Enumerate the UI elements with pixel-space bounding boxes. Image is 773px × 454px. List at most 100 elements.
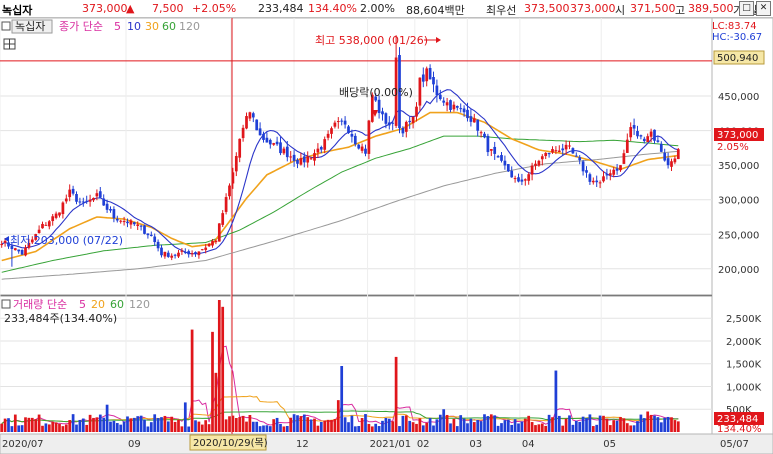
volume-bar	[81, 418, 85, 432]
volume-bar	[241, 415, 245, 432]
volume-tick-label: 1,000K	[726, 382, 762, 393]
candle-body	[160, 247, 163, 256]
candle-body	[58, 212, 61, 216]
volume-bar	[493, 415, 497, 432]
ma5-legend: 5	[114, 20, 121, 33]
volume-bar	[10, 426, 14, 432]
volume-bar	[221, 306, 225, 432]
candle-body	[360, 146, 364, 151]
candle-body	[459, 108, 463, 110]
candle-body	[109, 208, 112, 211]
candle-body	[92, 197, 95, 201]
volume-bar	[534, 425, 537, 432]
volume-bar	[319, 421, 323, 432]
candle-body	[85, 200, 89, 202]
volume-bar	[540, 423, 544, 432]
volume-bar	[357, 426, 361, 432]
volume-bar	[129, 418, 133, 432]
volume-bar	[632, 425, 636, 432]
candle-body	[506, 164, 510, 172]
volume-bar	[459, 415, 463, 432]
candle-body	[377, 99, 381, 114]
volume-bar	[126, 416, 129, 432]
candle-body	[194, 252, 197, 255]
candle-body	[136, 224, 140, 226]
candle-body	[639, 135, 643, 137]
candle-body	[571, 148, 575, 154]
candle-body	[309, 158, 313, 160]
volume-bar	[156, 418, 160, 432]
candle-body	[231, 172, 235, 184]
candle-body	[367, 120, 371, 154]
volume-bar	[170, 416, 174, 432]
volume-bar	[581, 416, 585, 432]
volume-toggle-icon[interactable]	[1, 299, 11, 309]
volume-legend-title: 거래량 단순	[13, 298, 67, 311]
volume-bar	[275, 417, 279, 432]
candle-body	[54, 213, 58, 218]
candle-body	[646, 136, 650, 143]
volume-bar	[122, 421, 126, 432]
x-tick-label: 02	[417, 439, 430, 450]
candle-body	[568, 145, 571, 147]
candle-body	[357, 144, 361, 149]
volume-bar	[381, 420, 384, 432]
candle-body	[0, 244, 4, 246]
candle-body	[591, 180, 595, 183]
volume-bar	[415, 423, 418, 432]
vol-ma60-legend: 60	[110, 298, 124, 311]
candle-body	[166, 252, 170, 257]
price-tick-label: 250,000	[718, 230, 759, 241]
volume-bar	[299, 416, 303, 432]
volume-bar	[619, 417, 622, 432]
volume-bar	[554, 370, 558, 432]
volume-bar	[659, 422, 663, 432]
price-tick-label: 200,000	[718, 265, 759, 276]
volume-bar	[442, 409, 446, 432]
volume-bar	[204, 420, 208, 432]
volume-bar	[265, 425, 269, 432]
x-tick-label: 09	[128, 439, 141, 450]
volume-bar	[608, 425, 612, 432]
candle-body	[177, 252, 180, 257]
panel-toggle-icon[interactable]	[1, 21, 11, 31]
candle-body	[408, 120, 412, 123]
volume-bar	[360, 418, 364, 432]
volume-bar	[98, 414, 102, 432]
candle-body	[143, 225, 146, 234]
volume-bar	[262, 425, 265, 432]
candle-body	[530, 165, 534, 175]
candle-body	[384, 113, 388, 124]
volume-bar	[530, 422, 534, 432]
candle-body	[153, 236, 157, 243]
candle-body	[415, 106, 418, 117]
volume-bar	[3, 418, 7, 432]
candle-body	[663, 152, 667, 161]
candle-body	[466, 109, 469, 119]
volume-bar	[180, 426, 184, 432]
volume-bar	[676, 421, 680, 432]
volume-bar	[183, 402, 187, 432]
volume-bar	[408, 420, 412, 432]
vol-ma20-legend: 20	[91, 298, 105, 311]
ref-label: 500,940	[717, 53, 758, 64]
candle-body	[211, 240, 214, 246]
candle-body	[452, 104, 456, 110]
vol-ma5-legend: 5	[79, 298, 86, 311]
volume-bar	[455, 426, 459, 432]
candle-body	[547, 152, 551, 155]
volume-bar	[639, 414, 643, 432]
candle-body	[234, 156, 238, 172]
volume-bar	[190, 329, 194, 432]
volume-bar	[78, 419, 82, 432]
x-tick-label: 12	[296, 439, 309, 450]
price-tick-label: 350,000	[718, 161, 759, 172]
candle-body	[146, 233, 150, 236]
candle-body	[585, 170, 588, 173]
volume-bar	[340, 366, 344, 432]
volume-tick-label: 2,500K	[726, 314, 762, 325]
high-annotation: 최고 538,000 (01/26)	[315, 34, 428, 47]
candle-body	[78, 201, 82, 203]
crosshair-date: 2020/10/29(목)	[193, 437, 268, 449]
candle-body	[574, 155, 578, 157]
